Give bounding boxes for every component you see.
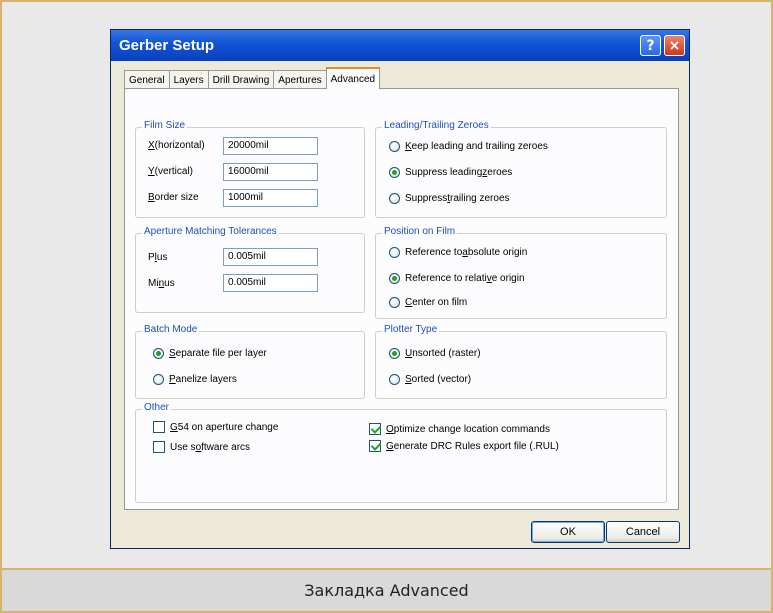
panelize-layers-radio[interactable]: Panelize layers <box>153 374 237 385</box>
caption-text: Закладка Advanced <box>304 581 469 600</box>
border-size-label: Border size <box>148 192 199 203</box>
help-button[interactable]: ? <box>640 35 661 56</box>
tab-drill-drawing[interactable]: Drill Drawing <box>207 70 275 89</box>
position-on-film-group: Position on Film Reference to a bsolute o… <box>375 226 667 319</box>
plotter-type-legend: Plotter Type <box>382 324 440 335</box>
tab-layers[interactable]: Layers <box>168 70 209 89</box>
plus-label: Pl us <box>148 252 168 263</box>
other-legend: Other <box>142 402 172 413</box>
dialog-title: Gerber Setup <box>119 37 215 54</box>
title-bar: Gerber Setup ? × <box>111 30 689 61</box>
caption-band: Закладка Advanced <box>2 568 771 611</box>
optimize-location-checkbox[interactable]: Optimize change location commands <box>369 423 550 435</box>
minus-input[interactable]: 0.005mil <box>223 274 318 292</box>
radio-indicator[interactable] <box>389 193 400 204</box>
unsorted-radio[interactable]: Unsorted (raster) <box>389 348 481 359</box>
separate-file-radio[interactable]: Separate file per layer <box>153 348 267 359</box>
zeroes-group: Leading/Trailing Zeroes Keep leading and… <box>375 120 667 218</box>
aperture-tolerances-group: Aperture Matching Tolerances Pl us 0.005m… <box>135 226 365 313</box>
software-arcs-checkbox[interactable]: Use s o ftware arcs <box>153 441 250 453</box>
tab-strip: General Layers Drill Drawing Apertures A… <box>124 67 381 89</box>
checkbox-indicator[interactable] <box>369 423 381 435</box>
radio-indicator[interactable] <box>389 348 400 359</box>
radio-indicator[interactable] <box>389 374 400 385</box>
question-icon: ? <box>646 37 655 54</box>
plotter-type-group: Plotter Type Unsorted (raster) Sorted (v… <box>375 324 667 399</box>
batch-mode-legend: Batch Mode <box>142 324 200 335</box>
screenshot-frame: Gerber Setup ? × General Layers Drill Dr… <box>0 0 773 613</box>
cancel-button[interactable]: Cancel <box>606 521 680 543</box>
relative-origin-radio[interactable]: Reference to relati v e origin <box>389 273 525 284</box>
radio-indicator[interactable] <box>153 348 164 359</box>
gerber-setup-dialog: Gerber Setup ? × General Layers Drill Dr… <box>110 29 690 549</box>
g54-checkbox[interactable]: G 54 on aperture change <box>153 421 278 433</box>
keep-zeroes-radio[interactable]: Keep leading and trailing zeroes <box>389 141 548 152</box>
suppress-leading-radio[interactable]: Suppress leading z eroes <box>389 167 512 178</box>
tab-general[interactable]: General <box>124 70 170 89</box>
radio-indicator[interactable] <box>389 273 400 284</box>
tab-apertures[interactable]: Apertures <box>273 70 327 89</box>
minus-label: Mi n us <box>148 278 175 289</box>
sorted-radio[interactable]: Sorted (vector) <box>389 374 471 385</box>
absolute-origin-radio[interactable]: Reference to a bsolute origin <box>389 247 527 258</box>
zeroes-legend: Leading/Trailing Zeroes <box>382 120 491 131</box>
close-button[interactable]: × <box>664 35 685 56</box>
checkbox-indicator[interactable] <box>153 441 165 453</box>
border-size-input[interactable]: 1000mil <box>223 189 318 207</box>
film-size-legend: Film Size <box>142 120 188 131</box>
vertical-label: Y (vertical) <box>148 166 194 177</box>
advanced-tab-panel: Film Size X (horizontal) 20000mil Y (ver… <box>124 88 679 510</box>
plus-input[interactable]: 0.005mil <box>223 248 318 266</box>
film-size-group: Film Size X (horizontal) 20000mil Y (ver… <box>135 120 365 218</box>
close-icon: × <box>668 37 681 54</box>
drc-rules-export-checkbox[interactable]: Generate DRC Rules export file (.RUL) <box>369 440 559 452</box>
radio-indicator[interactable] <box>389 247 400 258</box>
radio-indicator[interactable] <box>389 141 400 152</box>
horizontal-label: X (horizontal) <box>148 140 205 151</box>
position-on-film-legend: Position on Film <box>382 226 458 237</box>
horizontal-input[interactable]: 20000mil <box>223 137 318 155</box>
ok-button[interactable]: OK <box>531 521 605 543</box>
other-group: Other G 54 on aperture change Use s o ftwar… <box>135 402 667 503</box>
radio-indicator[interactable] <box>389 167 400 178</box>
radio-indicator[interactable] <box>389 297 400 308</box>
center-on-film-radio[interactable]: Center on film <box>389 297 467 308</box>
checkbox-indicator[interactable] <box>369 440 381 452</box>
suppress-trailing-radio[interactable]: Suppress t railing zeroes <box>389 193 510 204</box>
vertical-input[interactable]: 16000mil <box>223 163 318 181</box>
checkbox-indicator[interactable] <box>153 421 165 433</box>
tab-advanced[interactable]: Advanced <box>325 67 381 89</box>
aperture-tolerances-legend: Aperture Matching Tolerances <box>142 226 279 237</box>
batch-mode-group: Batch Mode Separate file per layer Panel… <box>135 324 365 399</box>
radio-indicator[interactable] <box>153 374 164 385</box>
